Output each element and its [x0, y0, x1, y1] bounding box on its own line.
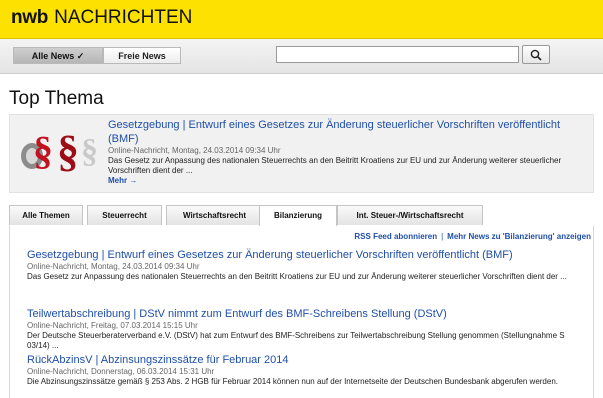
featured-meta: Online-Nachricht, Montag, 24.03.2014 09:… — [108, 146, 281, 155]
tab-int-steuer-wirtschaftsrecht[interactable]: Int. Steuer-/Wirtschaftsrecht — [337, 205, 483, 225]
all-news-button[interactable]: Alle News ✓ — [13, 47, 103, 64]
svg-text:§: § — [81, 133, 98, 170]
news-list: RSS Feed abonnieren | Mehr News zu 'Bilanz… — [9, 226, 594, 398]
free-news-button[interactable]: Freie News — [103, 47, 181, 64]
news-item-title[interactable]: Gesetzgebung | Entwurf eines Gesetzes zu… — [27, 249, 587, 262]
site-header: nwb NACHRICHTEN — [0, 0, 603, 39]
rss-separator: | — [441, 232, 444, 241]
news-item-meta: Online-Nachricht, Donnerstag, 06.03.2014… — [27, 367, 215, 376]
paragraph-symbol-image: § § § — [19, 126, 107, 172]
rss-links: RSS Feed abonnieren | Mehr News zu 'Bilanz… — [354, 232, 591, 241]
news-item-meta: Online-Nachricht, Freitag, 07.03.2014 15… — [27, 321, 198, 330]
featured-teaser: Das Gesetz zur Anpassung des nationalen … — [108, 156, 562, 175]
featured-title-link[interactable]: Gesetzgebung | Entwurf eines Gesetzes zu… — [108, 118, 583, 146]
nwb-logo[interactable]: nwb NACHRICHTEN — [11, 7, 192, 29]
tab-bilanzierung[interactable]: Bilanzierung — [259, 205, 337, 227]
news-item-teaser: Die Abzinsungszinssätze gemäß § 253 Abs.… — [27, 377, 558, 386]
featured-article: § § § Gesetzgebung | Entwurf eines Geset… — [9, 114, 594, 193]
news-item: Teilwertabschreibung | DStV nimmt zum En… — [27, 308, 587, 351]
svg-text:§: § — [33, 128, 53, 172]
tab-wirtschaftsrecht[interactable]: Wirtschaftsrecht — [166, 205, 263, 225]
news-item: Gesetzgebung | Entwurf eines Gesetzes zu… — [27, 249, 587, 282]
search-button[interactable] — [522, 45, 550, 64]
featured-more-link[interactable]: Mehr → — [108, 176, 137, 185]
more-news-link[interactable]: Mehr News zu 'Bilanzierung' anzeigen — [447, 232, 591, 241]
news-item-meta: Online-Nachricht, Montag, 24.03.2014 09:… — [27, 262, 200, 271]
news-item-teaser: Das Gesetz zur Anpassung des nationalen … — [27, 272, 567, 281]
svg-text:§: § — [57, 127, 79, 172]
filter-bar: Alle News ✓ Freie News — [0, 39, 603, 74]
news-item-title[interactable]: RückAbzinsV | Abzinsungszinssätze für Fe… — [27, 354, 587, 367]
search-icon — [530, 49, 542, 61]
rss-subscribe-link[interactable]: RSS Feed abonnieren — [354, 232, 437, 241]
logo-brand: nwb — [11, 7, 49, 28]
news-item: RückAbzinsV | Abzinsungszinssätze für Fe… — [27, 354, 587, 387]
search-input[interactable] — [276, 46, 519, 63]
topic-tabs: Alle Themen Steuerrecht Wirtschaftsrecht… — [9, 205, 594, 227]
tab-alle-themen[interactable]: Alle Themen — [9, 205, 83, 225]
tab-steuerrecht[interactable]: Steuerrecht — [87, 205, 162, 225]
news-item-title[interactable]: Teilwertabschreibung | DStV nimmt zum En… — [27, 308, 587, 321]
news-item-teaser: Der Deutsche Steuerberaterverband e.V. (… — [27, 331, 565, 350]
page-title: Top Thema — [9, 88, 104, 109]
logo-label: NACHRICHTEN — [54, 7, 193, 28]
